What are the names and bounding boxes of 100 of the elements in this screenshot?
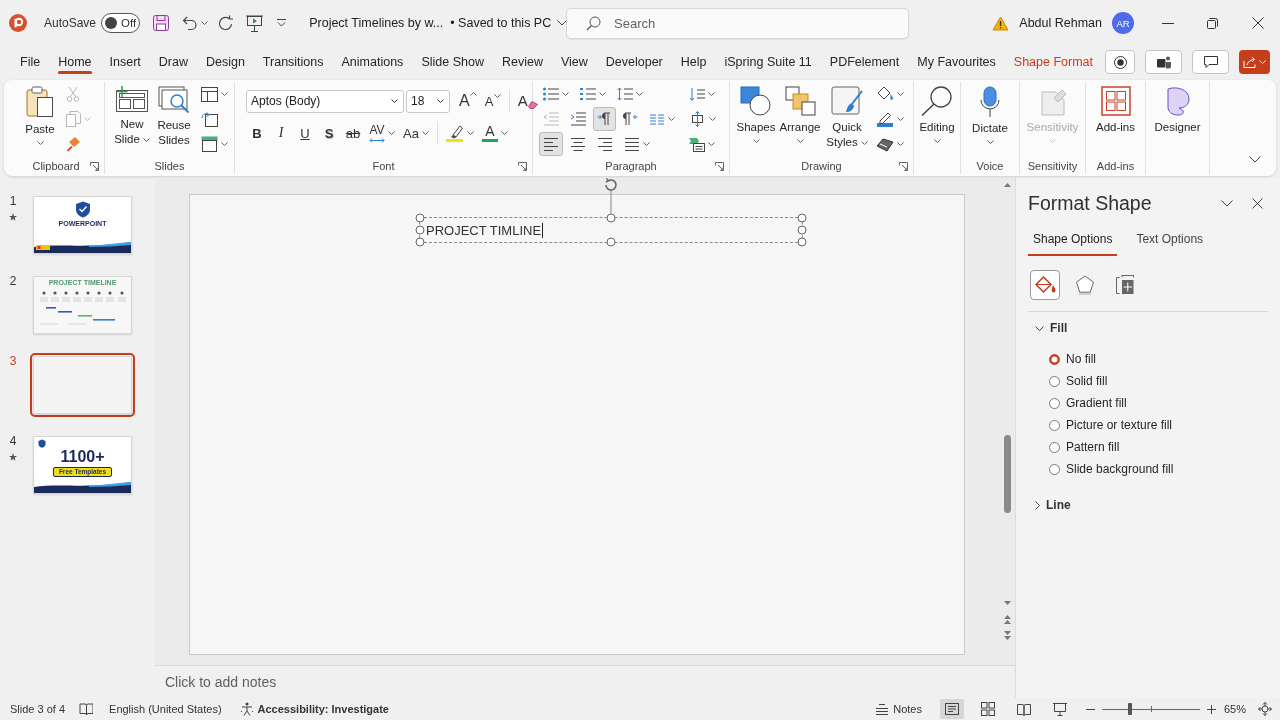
radio-option[interactable]: Pattern fill [1049,436,1120,458]
section-header[interactable]: Fill [1028,315,1068,341]
pane-tab[interactable]: Shape Options [1028,224,1118,256]
radio-option[interactable]: Slide background fill [1049,458,1174,480]
pane-tab[interactable]: Text Options [1131,224,1209,256]
meeting-button[interactable] [1145,50,1182,74]
language-button[interactable]: English (United States) [105,698,226,720]
font-size-field[interactable]: 18 [406,89,450,113]
change-case-button[interactable]: Aa [400,121,432,145]
menu-tab[interactable]: PDFelement [820,47,909,77]
caret-icon [668,117,675,121]
designer-button[interactable]: Designer [1148,82,1207,135]
underline-button[interactable]: U [294,121,316,145]
zoom-level[interactable]: 65% [1219,698,1250,720]
search-field[interactable]: Search [566,7,909,39]
accessibility-button[interactable]: Accessibility: Investigate [235,698,393,720]
menu-tab[interactable]: My Favourites [908,47,1005,77]
user-name[interactable]: Abdul Rehman [1019,16,1102,30]
group-label: Sensitivity [1027,160,1078,172]
clear-formatting-button[interactable]: A [514,89,541,113]
menu-tab[interactable]: Slide Show [412,47,493,77]
zoom-slider[interactable] [1101,703,1200,715]
dialog-launcher-icon[interactable] [518,161,527,171]
editing-button[interactable]: Editing [915,82,959,143]
add-ins-button[interactable]: Add-ins [1089,82,1142,135]
grow-font-button[interactable]: A [456,89,480,113]
menu-tab[interactable]: Help [671,47,716,77]
resize-handle[interactable] [606,213,616,223]
clipboard-icon [26,86,54,118]
quick-styles-button[interactable]: Quick Styles [824,82,870,150]
text-shadow-button[interactable]: S [318,121,340,145]
menu-tab[interactable]: File [11,47,50,77]
menu-tab[interactable]: Shape Format [1004,47,1103,77]
paste-button[interactable]: Paste [20,82,60,145]
accessibility-icon [239,702,254,716]
group-label: Paragraph [605,160,657,172]
menu-tab[interactable]: iSpring Suite 11 [715,47,821,77]
minus-icon [1085,708,1095,710]
slide-number: 3 [9,354,17,368]
group-label: Clipboard [32,160,80,172]
slide-title-text[interactable]: PROJECT TIMLINE [426,222,542,238]
font-name-field[interactable]: Aptos (Body) [246,89,404,113]
character-spacing-button[interactable]: AV [366,121,398,145]
font-color-button[interactable]: A [478,121,511,145]
reuse-slides-button[interactable]: Reuse Slides [154,82,194,148]
warning-icon [992,15,1010,31]
normal-view-button[interactable] [939,699,964,719]
menu-tab[interactable]: Developer [596,47,672,77]
menu-tab[interactable]: Draw [149,47,197,77]
scissors-icon [66,86,80,102]
dictate-button[interactable]: Dictate [965,82,1015,144]
line-spacing-icon [617,87,633,101]
previous-slide-button[interactable] [1001,612,1014,626]
comments-button[interactable] [1192,50,1229,74]
scrollbar-thumb[interactable] [1004,435,1011,513]
shrink-font-button[interactable]: A [481,89,504,113]
next-slide-button[interactable] [1001,628,1014,642]
menu-tab[interactable]: Transitions [253,47,333,77]
menu-tab[interactable]: Design [196,47,254,77]
menu-tab[interactable]: Review [492,47,552,77]
user-avatar[interactable]: AR [1112,12,1134,34]
fill-and-line-button[interactable] [1030,270,1060,300]
share-button[interactable] [1239,50,1270,74]
radio-option[interactable]: No fill [1049,348,1096,370]
left-to-right-button[interactable] [593,107,616,131]
rotate-handle[interactable] [603,178,619,214]
radio-option[interactable]: Gradient fill [1049,392,1127,414]
radio-option[interactable]: Solid fill [1049,370,1108,392]
menu-tab[interactable]: Animations [332,47,413,77]
record-button[interactable] [1105,50,1135,74]
caret-icon [493,94,501,98]
dialog-launcher-icon[interactable] [715,161,724,171]
reset-slide-icon [201,111,218,127]
bold-button[interactable]: B [246,121,268,145]
dialog-launcher-icon[interactable] [899,161,908,171]
fit-to-window-icon [1258,702,1272,716]
autosave-toggle[interactable]: Off [101,13,141,33]
zoom-slider-thumb[interactable] [1128,703,1133,715]
document-title[interactable]: Project Timelines by w... [309,16,444,30]
menu-tab[interactable]: View [551,47,597,77]
section-header[interactable]: Line [1028,492,1071,518]
menu-tab[interactable]: Home [49,47,101,77]
caret-icon [421,131,429,135]
notes-button[interactable]: Notes [871,698,926,720]
dialog-launcher-icon[interactable] [90,161,99,171]
resize-handle[interactable] [606,237,616,247]
italic-button[interactable]: I [270,121,292,145]
align-left-button[interactable] [539,132,563,156]
menu-tab[interactable]: Insert [100,47,150,77]
shapes-button[interactable]: Shapes [736,82,776,143]
scroll-down-button[interactable] [1001,598,1014,608]
strikethrough-button[interactable]: ab [342,121,364,145]
save-status[interactable]: • Saved to this PC [450,16,552,30]
radio-option[interactable]: Picture or texture fill [1049,414,1173,436]
new-slide-button[interactable]: New Slide [113,82,151,147]
customize-icon [277,19,287,27]
decrease-indent-icon [543,112,559,126]
highlighter-icon [445,124,464,142]
quick-styles-icon [831,86,863,116]
arrange-button[interactable]: Arrange [778,82,822,143]
